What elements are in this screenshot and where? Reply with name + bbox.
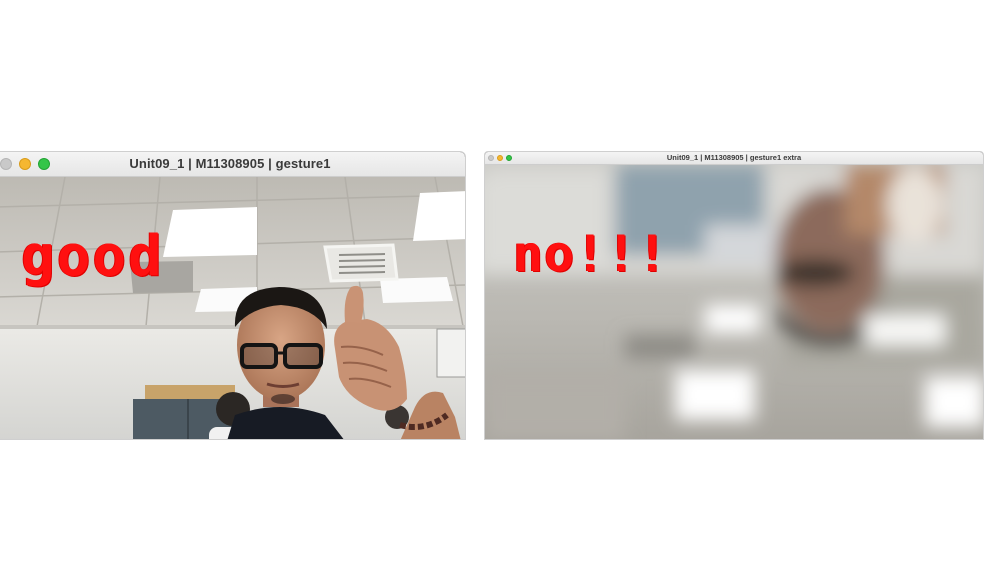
window-title: Unit09_1 | M11308905 | gesture1 extra — [666, 153, 802, 162]
camera-feed: no!!! — [485, 165, 983, 439]
camera-feed: good — [0, 177, 465, 439]
camera-frame-image — [485, 165, 983, 439]
window-title: Unit09_1 | M11308905 | gesture1 — [129, 156, 331, 171]
gesture-label-overlay: no!!! — [513, 225, 669, 283]
window-titlebar[interactable]: Unit09_1 | M11308905 | gesture1 extra — [485, 152, 983, 165]
gesture-label-overlay: good — [21, 224, 164, 289]
window-titlebar[interactable]: Unit09_1 | M11308905 | gesture1 — [0, 152, 465, 177]
camera-window-gesture1-extra[interactable]: Unit09_1 | M11308905 | gesture1 extra no… — [484, 151, 984, 440]
camera-frame-image — [0, 177, 465, 439]
camera-window-gesture1[interactable]: Unit09_1 | M11308905 | gesture1 good — [0, 151, 466, 440]
